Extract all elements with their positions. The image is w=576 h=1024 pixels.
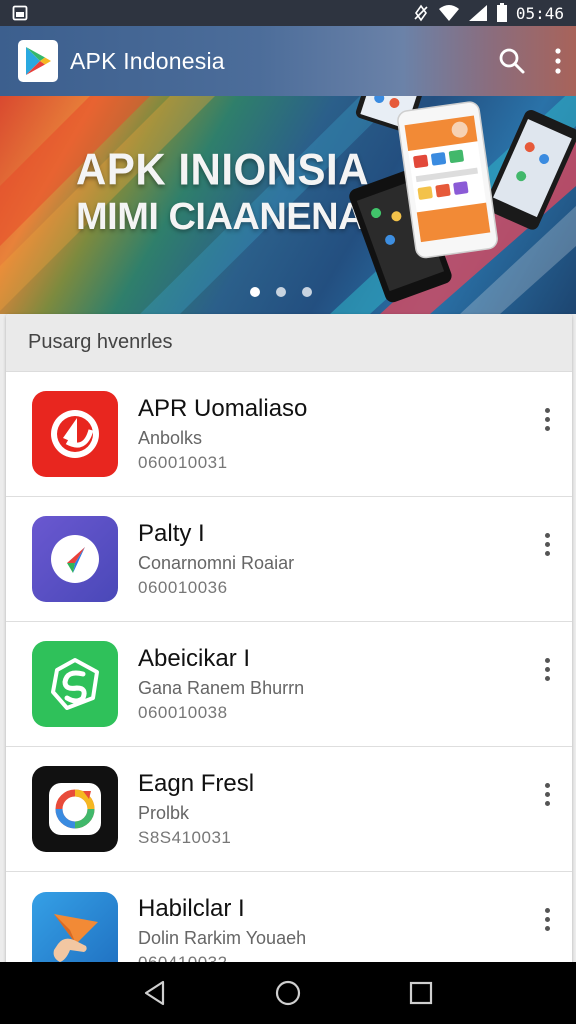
wifi-icon xyxy=(438,4,460,22)
back-icon[interactable] xyxy=(143,980,167,1006)
status-bar: 05:46 xyxy=(0,0,576,26)
list-item[interactable]: Palty I Conarnomni Roaiar 060010036 xyxy=(6,497,572,622)
app-subtitle: Conarnomni Roaiar xyxy=(138,552,295,573)
app-meta: S8S410031 xyxy=(138,827,232,847)
image-icon xyxy=(12,5,28,21)
chat-bubble-app-icon xyxy=(32,641,118,727)
screen: 05:46 APK Indonesia APK INIONSIA MIMI CI… xyxy=(0,0,576,1024)
more-vert-icon[interactable] xyxy=(539,779,556,810)
navigation-bar xyxy=(0,962,576,1024)
app-list-card: Pusarg hvenrles APR Uomaliaso Anbolks 06… xyxy=(6,314,572,974)
more-vert-icon[interactable] xyxy=(539,654,556,685)
app-subtitle: Dolin Rarkim Youaeh xyxy=(138,928,307,948)
list-header: Pusarg hvenrles xyxy=(6,314,572,372)
pagination-dot[interactable] xyxy=(276,287,286,297)
list-item[interactable]: APR Uomaliaso Anbolks 060010031 xyxy=(6,372,572,497)
recents-icon[interactable] xyxy=(409,981,433,1005)
app-title: APR Uomaliaso xyxy=(138,394,308,422)
pagination-dot[interactable] xyxy=(250,287,260,297)
app-subtitle: Gana Ranem Bhurrn xyxy=(138,677,305,698)
vibrate-icon xyxy=(412,4,430,22)
signal-icon xyxy=(468,4,488,22)
app-bar: APK Indonesia xyxy=(0,26,576,96)
list-item[interactable]: Habilclar I Dolin Rarkim Youaeh 06041003… xyxy=(6,872,572,974)
search-icon[interactable] xyxy=(498,47,526,75)
app-title: Palty I xyxy=(138,519,205,547)
app-meta: 060010036 xyxy=(138,577,228,597)
app-subtitle: Prolbk xyxy=(138,802,190,823)
promo-banner[interactable]: APK INIONSIA MIMI CIAANENA xyxy=(0,96,576,314)
play-store-logo-icon xyxy=(18,40,58,82)
banner-headline: APK INIONSIA xyxy=(76,144,370,195)
app-title: Abeicikar I xyxy=(138,644,251,672)
red-app-icon xyxy=(32,391,118,477)
more-vert-icon[interactable] xyxy=(539,529,556,560)
home-icon[interactable] xyxy=(274,979,302,1007)
app-subtitle: Anbolks xyxy=(138,427,203,448)
list-item[interactable]: Abeicikar I Gana Ranem Bhurrn 060010038 xyxy=(6,622,572,747)
pagination-dot[interactable] xyxy=(302,287,312,297)
navigation-arrow-app-icon xyxy=(32,516,118,602)
app-meta: 060010038 xyxy=(138,702,228,722)
list-item[interactable]: Eagn Fresl Prolbk S8S410031 xyxy=(6,747,572,872)
app-title: APK Indonesia xyxy=(70,47,225,74)
banner-pagination xyxy=(250,287,312,297)
app-title: Habilclar I xyxy=(138,895,245,922)
more-vert-icon[interactable] xyxy=(539,904,556,935)
app-title: Eagn Fresl xyxy=(138,769,255,797)
more-vert-icon[interactable] xyxy=(539,404,556,435)
ring-app-icon xyxy=(32,766,118,852)
phones-illustration-icon xyxy=(349,96,576,303)
banner-subheadline: MIMI CIAANENA xyxy=(76,196,366,238)
battery-icon xyxy=(496,3,508,23)
app-meta: 060010031 xyxy=(138,452,228,472)
status-time: 05:46 xyxy=(515,3,564,23)
more-vert-icon[interactable] xyxy=(554,48,562,74)
